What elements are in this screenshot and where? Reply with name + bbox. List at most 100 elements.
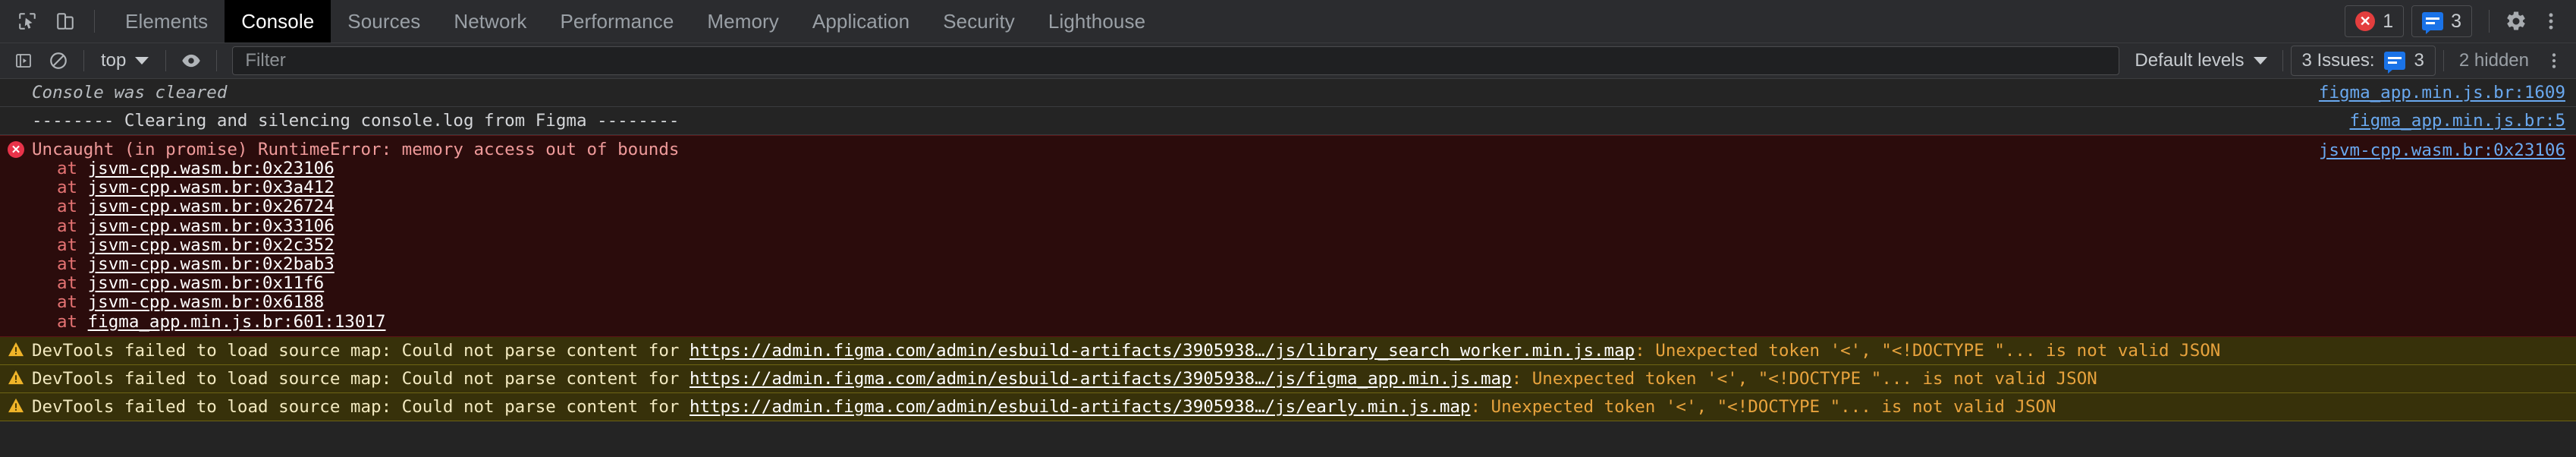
stack-frame: at jsvm-cpp.wasm.br:0x23106 bbox=[0, 159, 2576, 178]
error-source-link[interactable]: jsvm-cpp.wasm.br:0x23106 bbox=[2319, 140, 2565, 160]
gear-icon[interactable] bbox=[2499, 4, 2534, 39]
tab-label: Performance bbox=[560, 10, 674, 33]
warning-url-link[interactable]: https://admin.figma.com/admin/esbuild-ar… bbox=[690, 369, 1512, 389]
execution-context-selector[interactable]: top bbox=[92, 47, 158, 74]
toolbar-divider-1 bbox=[83, 50, 84, 71]
warning-suffix: : Unexpected token '<', "<!DOCTYPE "... … bbox=[1635, 340, 2221, 361]
error-count-button[interactable]: ✕ 1 bbox=[2345, 5, 2405, 37]
stack-frame-link[interactable]: jsvm-cpp.wasm.br:0x2c352 bbox=[88, 235, 335, 255]
stack-frame-link[interactable]: jsvm-cpp.wasm.br:0x3a412 bbox=[88, 178, 335, 197]
console-message-warning: DevTools failed to load source map: Coul… bbox=[0, 336, 2576, 365]
stack-at-keyword: at bbox=[57, 311, 78, 332]
log-message-text: -------- Clearing and silencing console.… bbox=[0, 107, 2576, 135]
toolbar-divider-3 bbox=[216, 50, 218, 71]
issues-label: 3 Issues: bbox=[2301, 50, 2375, 71]
error-x-icon: ✕ bbox=[2355, 11, 2376, 31]
tab-label: Security bbox=[943, 10, 1015, 33]
hidden-messages-label[interactable]: 2 hidden bbox=[2452, 50, 2537, 71]
warning-prefix: DevTools failed to load source map: Coul… bbox=[32, 368, 690, 389]
device-toolbar-icon[interactable] bbox=[49, 5, 82, 38]
warning-url-link[interactable]: https://admin.figma.com/admin/esbuild-ar… bbox=[690, 397, 1471, 417]
console-message-list[interactable]: Console was cleared figma_app.min.js.br:… bbox=[0, 79, 2576, 457]
clear-console-icon[interactable] bbox=[43, 46, 74, 76]
message-count-button[interactable]: 3 bbox=[2411, 5, 2472, 37]
stack-frame-link[interactable]: jsvm-cpp.wasm.br:0x23106 bbox=[88, 159, 335, 178]
console-sidebar-icon[interactable] bbox=[8, 46, 39, 76]
tabbar-right-controls: ✕ 1 3 bbox=[2345, 4, 2576, 39]
warning-triangle-icon bbox=[8, 398, 24, 413]
issues-button[interactable]: 3 Issues: 3 bbox=[2290, 46, 2436, 76]
message-bubble-icon bbox=[2422, 12, 2444, 34]
warning-suffix: : Unexpected token '<', "<!DOCTYPE "... … bbox=[1511, 368, 2097, 389]
stack-frame-link[interactable]: jsvm-cpp.wasm.br:0x33106 bbox=[88, 216, 335, 236]
tab-label: Console bbox=[241, 10, 315, 33]
tabbar-divider bbox=[94, 10, 95, 33]
error-circle-x-icon: ✕ bbox=[8, 141, 24, 158]
issues-bubble-icon bbox=[2383, 52, 2405, 74]
stack-frame: at figma_app.min.js.br:601:13017 bbox=[0, 311, 2576, 332]
message-count-label: 3 bbox=[2451, 10, 2461, 32]
tab-console[interactable]: Console bbox=[225, 0, 331, 43]
console-message-cleared: Console was cleared figma_app.min.js.br:… bbox=[0, 79, 2576, 107]
stack-at-keyword: at bbox=[57, 216, 78, 236]
stack-frame: at jsvm-cpp.wasm.br:0x6188 bbox=[0, 293, 2576, 312]
devtools-window: Elements Console Sources Network Perform… bbox=[0, 0, 2576, 457]
filter-input[interactable] bbox=[243, 49, 2109, 72]
warning-prefix: DevTools failed to load source map: Coul… bbox=[32, 340, 690, 361]
tab-memory[interactable]: Memory bbox=[690, 0, 796, 43]
log-levels-selector[interactable]: Default levels bbox=[2127, 50, 2274, 71]
stack-frame-link[interactable]: jsvm-cpp.wasm.br:0x6188 bbox=[88, 292, 325, 312]
stack-frame: at jsvm-cpp.wasm.br:0x26724 bbox=[0, 197, 2576, 216]
warning-url-link[interactable]: https://admin.figma.com/admin/esbuild-ar… bbox=[690, 341, 1635, 361]
stack-frame: at jsvm-cpp.wasm.br:0x11f6 bbox=[0, 274, 2576, 293]
more-vertical-icon[interactable] bbox=[2534, 4, 2568, 39]
warning-suffix: : Unexpected token '<', "<!DOCTYPE "... … bbox=[1470, 396, 2056, 417]
tab-performance[interactable]: Performance bbox=[543, 0, 690, 43]
toolbar-divider-4 bbox=[2282, 50, 2283, 71]
tab-security[interactable]: Security bbox=[926, 0, 1032, 43]
tab-sources[interactable]: Sources bbox=[331, 0, 437, 43]
stack-frame-link[interactable]: jsvm-cpp.wasm.br:0x11f6 bbox=[88, 273, 325, 293]
toolbar-divider-2 bbox=[165, 50, 167, 71]
tab-elements[interactable]: Elements bbox=[108, 0, 225, 43]
stack-frame-link[interactable]: figma_app.min.js.br:601:13017 bbox=[88, 312, 386, 332]
tab-network[interactable]: Network bbox=[437, 0, 543, 43]
tab-application[interactable]: Application bbox=[796, 0, 926, 43]
live-expression-icon[interactable] bbox=[176, 46, 206, 76]
stack-frame-link[interactable]: jsvm-cpp.wasm.br:0x26724 bbox=[88, 197, 335, 216]
chevron-down-icon bbox=[2253, 57, 2267, 65]
stack-at-keyword: at bbox=[57, 197, 78, 217]
stack-at-keyword: at bbox=[57, 159, 78, 178]
settings-gear-icon[interactable] bbox=[2539, 46, 2569, 76]
warning-prefix: DevTools failed to load source map: Coul… bbox=[32, 396, 690, 417]
stack-frame: at jsvm-cpp.wasm.br:0x2c352 bbox=[0, 235, 2576, 255]
stack-frame: at jsvm-cpp.wasm.br:0x3a412 bbox=[0, 178, 2576, 197]
stack-frame-link[interactable]: jsvm-cpp.wasm.br:0x2bab3 bbox=[88, 254, 335, 274]
log-source-link[interactable]: figma_app.min.js.br:5 bbox=[2350, 111, 2565, 131]
stack-at-keyword: at bbox=[57, 273, 78, 294]
toolbar-divider-5 bbox=[2442, 50, 2444, 71]
warning-triangle-icon bbox=[8, 370, 24, 385]
stack-at-keyword: at bbox=[57, 235, 78, 255]
console-message-log: -------- Clearing and silencing console.… bbox=[0, 107, 2576, 135]
execution-context-label: top bbox=[101, 50, 127, 71]
tab-lighthouse[interactable]: Lighthouse bbox=[1032, 0, 1162, 43]
warning-triangle-icon bbox=[8, 342, 24, 357]
tab-label: Lighthouse bbox=[1048, 10, 1146, 33]
tab-label: Elements bbox=[125, 10, 209, 33]
console-message-error: ✕ Uncaught (in promise) RuntimeError: me… bbox=[0, 135, 2576, 337]
inspect-cursor-icon[interactable] bbox=[11, 5, 44, 38]
devtools-tabbar: Elements Console Sources Network Perform… bbox=[0, 0, 2576, 43]
stack-at-keyword: at bbox=[57, 292, 78, 313]
error-header: ✕ Uncaught (in promise) RuntimeError: me… bbox=[0, 140, 2576, 159]
toolbar-right-group: Default levels 3 Issues: 3 2 hidden bbox=[2127, 46, 2576, 76]
tab-label: Memory bbox=[707, 10, 779, 33]
tabbar-left-controls bbox=[0, 5, 102, 38]
console-message-warning: DevTools failed to load source map: Coul… bbox=[0, 392, 2576, 421]
warning-text: DevTools failed to load source map: Coul… bbox=[32, 341, 2220, 361]
chevron-down-icon bbox=[135, 57, 149, 65]
stack-frame: at jsvm-cpp.wasm.br:0x33106 bbox=[0, 216, 2576, 236]
cleared-source-link[interactable]: figma_app.min.js.br:1609 bbox=[2319, 83, 2565, 102]
stack-at-keyword: at bbox=[57, 254, 78, 274]
filter-input-wrapper[interactable] bbox=[232, 46, 2120, 75]
